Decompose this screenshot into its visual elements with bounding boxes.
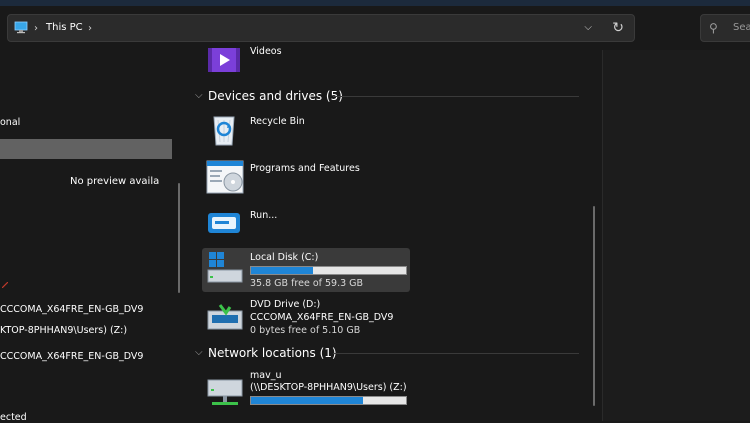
group-divider (333, 353, 579, 354)
network-drive-usage-fill (251, 397, 363, 404)
nav-item-network-drive[interactable]: KTOP-8PHHAN9\Users) (Z:) (0, 325, 127, 336)
programs-features-icon (206, 160, 244, 197)
nav-item[interactable]: ected (0, 412, 27, 423)
recycle-bin-item[interactable]: Recycle Bin (202, 111, 410, 151)
local-disk-usage-bar (250, 266, 407, 275)
run-label: Run... (250, 210, 278, 221)
run-icon (206, 209, 242, 240)
network-drive-item[interactable]: mav_u (\\DESKTOP-8PHHAN9\Users) (Z:) (202, 368, 410, 412)
preview-pane (602, 50, 750, 421)
dvd-drive-icon (206, 301, 244, 336)
chevron-right-icon[interactable]: › (34, 23, 38, 34)
network-drive-path: (\\DESKTOP-8PHHAN9\Users) (Z:) (250, 382, 407, 393)
title-bar-strip (0, 0, 750, 6)
refresh-icon[interactable]: ↻ (612, 20, 624, 36)
dvd-drive-volume-label: CCCOMA_X64FRE_EN-GB_DV9 (250, 312, 394, 323)
dvd-drive-free-space: 0 bytes free of 5.10 GB (250, 325, 361, 336)
nav-item-dvd-2[interactable]: CCCOMA_X64FRE_EN-GB_DV9 (0, 351, 143, 362)
nav-scrollbar[interactable] (178, 183, 180, 293)
chevron-down-icon[interactable]: ⌵ (195, 90, 203, 101)
network-drive-icon (206, 374, 244, 411)
chevron-down-icon[interactable]: ⌵ (195, 347, 203, 358)
nav-item-dvd[interactable]: CCCOMA_X64FRE_EN-GB_DV9 (0, 304, 143, 315)
windows-drive-icon (206, 250, 244, 289)
programs-features-label: Programs and Features (250, 163, 360, 174)
marker-icon (1, 280, 9, 289)
navigation-pane[interactable] (0, 50, 188, 421)
nav-selected-item[interactable] (0, 139, 172, 159)
address-bar[interactable]: › This PC › ⌵ ↻ (7, 14, 635, 42)
local-disk-item[interactable]: Local Disk (C:) 35.8 GB free of 59.3 GB (202, 248, 410, 292)
search-box[interactable]: ⚲ Sea (700, 14, 750, 42)
recycle-bin-icon (206, 111, 242, 150)
breadcrumb-this-pc[interactable]: This PC (46, 22, 83, 33)
network-group-header[interactable]: Network locations (1) (208, 346, 337, 360)
programs-features-item[interactable]: Programs and Features (202, 158, 410, 198)
network-drive-label: mav_u (250, 370, 282, 381)
group-divider (333, 96, 579, 97)
videos-item[interactable]: Videos (202, 46, 410, 74)
dvd-drive-label: DVD Drive (D:) (250, 299, 321, 310)
monitor-icon (14, 21, 28, 37)
content-scrollbar[interactable] (593, 206, 595, 406)
search-icon: ⚲ (709, 21, 718, 35)
dvd-drive-item[interactable]: DVD Drive (D:) CCCOMA_X64FRE_EN-GB_DV9 0… (202, 297, 410, 339)
preview-message: No preview availa (70, 176, 160, 187)
local-disk-usage-fill (251, 267, 313, 274)
recycle-bin-label: Recycle Bin (250, 116, 305, 127)
videos-label: Videos (250, 46, 282, 57)
run-item[interactable]: Run... (202, 205, 410, 245)
local-disk-free-space: 35.8 GB free of 59.3 GB (250, 278, 364, 289)
local-disk-label: Local Disk (C:) (250, 252, 319, 263)
network-drive-usage-bar (250, 396, 407, 405)
chevron-down-icon[interactable]: ⌵ (584, 22, 592, 33)
search-placeholder: Sea (733, 22, 750, 33)
nav-item[interactable]: onal (0, 117, 20, 128)
videos-folder-icon (206, 46, 242, 77)
devices-group-header[interactable]: Devices and drives (5) (208, 89, 343, 103)
chevron-right-icon[interactable]: › (88, 23, 92, 34)
